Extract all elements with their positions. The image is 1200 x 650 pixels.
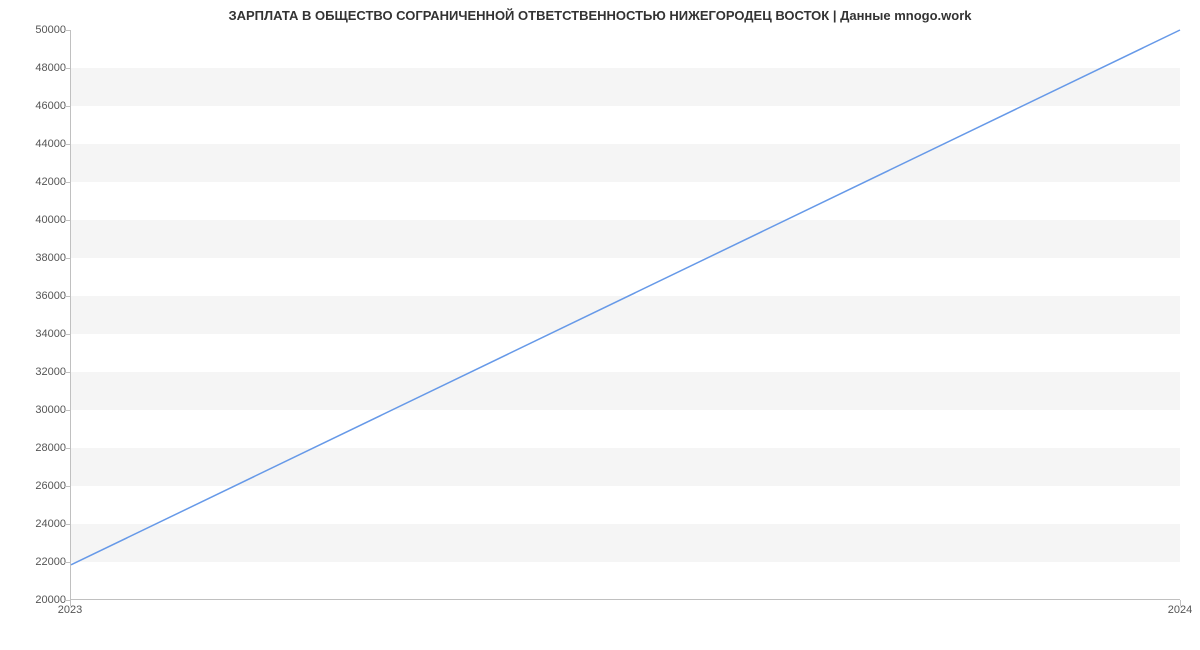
y-tick-label: 44000 <box>6 138 66 150</box>
y-tick-label: 30000 <box>6 404 66 416</box>
y-tick-mark <box>64 258 70 259</box>
y-tick-mark <box>64 106 70 107</box>
y-tick-label: 42000 <box>6 176 66 188</box>
y-tick-mark <box>64 486 70 487</box>
y-tick-label: 28000 <box>6 442 66 454</box>
y-tick-label: 24000 <box>6 518 66 530</box>
line-series <box>71 30 1180 599</box>
y-tick-mark <box>64 220 70 221</box>
x-tick-mark <box>70 600 71 606</box>
y-tick-mark <box>64 524 70 525</box>
y-tick-label: 46000 <box>6 100 66 112</box>
y-tick-label: 36000 <box>6 290 66 302</box>
series-line <box>71 30 1180 565</box>
y-tick-label: 32000 <box>6 366 66 378</box>
chart-container: ЗАРПЛАТА В ОБЩЕСТВО СОГРАНИЧЕННОЙ ОТВЕТС… <box>0 0 1200 650</box>
y-tick-label: 34000 <box>6 328 66 340</box>
y-tick-mark <box>64 448 70 449</box>
y-tick-mark <box>64 372 70 373</box>
y-tick-mark <box>64 182 70 183</box>
y-tick-mark <box>64 30 70 31</box>
y-tick-mark <box>64 334 70 335</box>
y-tick-label: 50000 <box>6 24 66 36</box>
chart-title: ЗАРПЛАТА В ОБЩЕСТВО СОГРАНИЧЕННОЙ ОТВЕТС… <box>0 8 1200 23</box>
y-tick-label: 22000 <box>6 556 66 568</box>
y-tick-label: 26000 <box>6 480 66 492</box>
plot-area <box>70 30 1180 600</box>
y-tick-mark <box>64 562 70 563</box>
y-tick-label: 48000 <box>6 62 66 74</box>
y-tick-label: 40000 <box>6 214 66 226</box>
y-tick-label: 38000 <box>6 252 66 264</box>
y-tick-mark <box>64 296 70 297</box>
y-tick-mark <box>64 410 70 411</box>
y-tick-mark <box>64 144 70 145</box>
x-tick-mark <box>1180 600 1181 606</box>
y-tick-mark <box>64 68 70 69</box>
